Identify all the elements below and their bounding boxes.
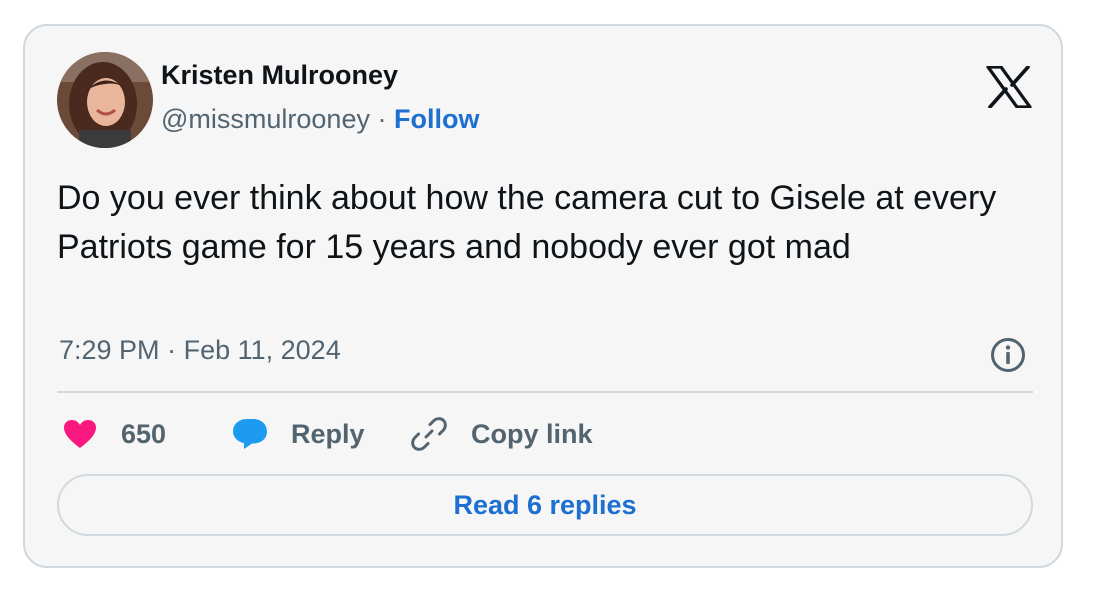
reply-label: Reply (291, 418, 365, 449)
speech-bubble-icon (231, 417, 269, 451)
like-count: 650 (121, 418, 167, 449)
handle-separator: · (377, 104, 387, 134)
tweet-time: 7:29 PM (59, 335, 160, 365)
read-replies-button[interactable]: Read 6 replies (57, 474, 1033, 536)
tweet-card: Kristen Mulrooney @missmulrooney · Follo… (23, 24, 1063, 568)
link-icon (411, 416, 447, 452)
reply-button[interactable]: Reply (231, 414, 365, 454)
tweet-timestamp[interactable]: 7:29 PM · Feb 11, 2024 (59, 335, 341, 366)
timestamp-separator: · (167, 335, 177, 365)
follow-button[interactable]: Follow (394, 104, 479, 134)
divider (57, 391, 1033, 393)
copy-link-label: Copy link (471, 418, 593, 449)
info-icon[interactable] (990, 337, 1026, 373)
tweet-text: Do you ever think about how the camera c… (57, 179, 997, 266)
author-name[interactable]: Kristen Mulrooney (161, 60, 398, 91)
tweet-date: Feb 11, 2024 (183, 335, 341, 365)
avatar[interactable] (57, 52, 153, 148)
author-handle-row: @missmulrooney · Follow (161, 104, 479, 135)
like-button[interactable]: 650 (63, 414, 166, 454)
author-handle[interactable]: @missmulrooney (161, 104, 370, 134)
copy-link-button[interactable]: Copy link (411, 414, 593, 454)
x-logo-icon[interactable] (986, 65, 1032, 109)
heart-icon (63, 419, 97, 449)
